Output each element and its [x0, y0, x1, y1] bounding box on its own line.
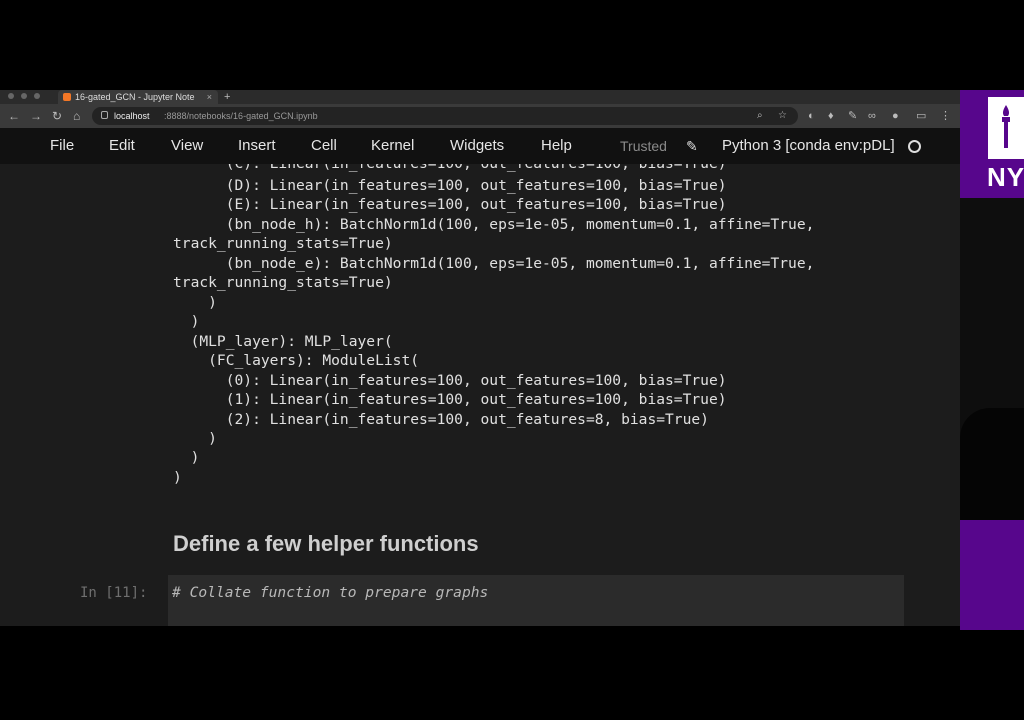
menu-help[interactable]: Help	[541, 128, 572, 164]
output-line: track_running_stats=True)	[173, 274, 393, 291]
url-field[interactable]: localhost :8888/notebooks/16-gated_GCN.i…	[92, 107, 798, 125]
tab-title: 16-gated_GCN - Jupyter Note	[75, 92, 195, 102]
menu-file[interactable]: File	[50, 128, 74, 164]
section-heading: Define a few helper functions	[173, 531, 479, 556]
reload-icon[interactable]: ↻	[52, 107, 62, 125]
menu-view[interactable]: View	[171, 128, 203, 164]
home-icon[interactable]: ⌂	[73, 107, 80, 125]
output-line: (D): Linear(in_features=100, out_feature…	[173, 177, 727, 194]
output-line: (bn_node_e): BatchNorm1d(100, eps=1e-05,…	[173, 255, 815, 272]
more-menu-icon[interactable]: ⋮	[940, 107, 951, 125]
output-line: (MLP_layer): MLP_layer(	[173, 333, 393, 350]
extension-icon[interactable]: ♦	[828, 107, 834, 125]
extension-icon[interactable]: ◐	[808, 107, 815, 125]
output-line: (1): Linear(in_features=100, out_feature…	[173, 391, 727, 408]
menu-cell[interactable]: Cell	[311, 128, 337, 164]
tab-strip: 16-gated_GCN - Jupyter Note × +	[0, 90, 960, 104]
output-line: (0): Linear(in_features=100, out_feature…	[173, 372, 727, 389]
edit-mode-pencil-icon: ✎	[686, 138, 698, 154]
kernel-name[interactable]: Python 3 [conda env:pDL]	[722, 128, 895, 164]
webcam-feed	[960, 198, 1024, 520]
nyu-logo	[988, 97, 1024, 159]
nyu-logo-text: NY	[987, 162, 1024, 192]
code-comment: # Collate function to prepare graphs	[172, 584, 489, 601]
window-minimize-dot[interactable]	[21, 93, 27, 99]
menu-insert[interactable]: Insert	[238, 128, 276, 164]
cell-prompt: In [11]:	[80, 585, 148, 601]
output-line: (bn_node_h): BatchNorm1d(100, eps=1e-05,…	[173, 216, 815, 233]
output-line: (C): Linear(in_features=100, out_feature…	[173, 164, 727, 173]
extension-icon[interactable]: ✎	[848, 107, 857, 125]
menu-widgets[interactable]: Widgets	[450, 128, 504, 164]
window-zoom-dot[interactable]	[34, 93, 40, 99]
extension-icon[interactable]: ∞	[868, 107, 876, 125]
back-icon[interactable]: ←	[8, 107, 20, 125]
menu-edit[interactable]: Edit	[109, 128, 135, 164]
menu-kernel[interactable]: Kernel	[371, 128, 414, 164]
bookmark-star-icon[interactable]: ☆	[778, 107, 787, 125]
output-line: (FC_layers): ModuleList(	[173, 352, 420, 369]
profile-avatar[interactable]: ●	[892, 107, 899, 125]
torch-icon	[1002, 105, 1010, 148]
window-close-dot[interactable]	[8, 93, 14, 99]
output-line: (E): Linear(in_features=100, out_feature…	[173, 196, 727, 213]
url-path: :8888/notebooks/16-gated_GCN.ipynb	[164, 111, 318, 121]
url-host: localhost	[114, 111, 150, 121]
notebook-area: (C): Linear(in_features=100, out_feature…	[0, 164, 960, 626]
tab-close-icon[interactable]: ×	[207, 90, 212, 104]
nyu-banner	[960, 520, 1024, 630]
code-cell[interactable]: # Collate function to prepare graphs	[168, 575, 904, 626]
site-info-icon[interactable]	[101, 111, 108, 119]
address-bar: ← → ↻ ⌂ localhost :8888/notebooks/16-gat…	[0, 104, 960, 128]
output-line: (2): Linear(in_features=100, out_feature…	[173, 411, 709, 428]
output-line: )	[173, 469, 182, 486]
browser-tab[interactable]: 16-gated_GCN - Jupyter Note ×	[58, 90, 218, 104]
presenter-silhouette	[960, 408, 1024, 520]
new-tab-icon[interactable]: +	[224, 90, 230, 104]
output-line: )	[173, 294, 217, 311]
output-line: track_running_stats=True)	[173, 235, 393, 252]
jupyter-menubar: File Edit View Insert Cell Kernel Widget…	[0, 128, 960, 164]
trusted-indicator[interactable]: Trusted	[620, 128, 667, 164]
forward-icon[interactable]: →	[30, 107, 42, 125]
jupyter-favicon-icon	[63, 93, 71, 101]
output-line: )	[173, 313, 200, 330]
output-line: )	[173, 449, 200, 466]
kernel-status-icon	[908, 140, 921, 153]
output-line: )	[173, 430, 217, 447]
nyu-banner: NY	[960, 90, 1024, 198]
browser-window: 16-gated_GCN - Jupyter Note × + ← → ↻ ⌂ …	[0, 90, 960, 626]
zoom-icon[interactable]: ⌕	[757, 107, 763, 125]
cast-icon[interactable]: ▭	[916, 107, 926, 125]
webcam-panel: NY	[960, 90, 1024, 630]
